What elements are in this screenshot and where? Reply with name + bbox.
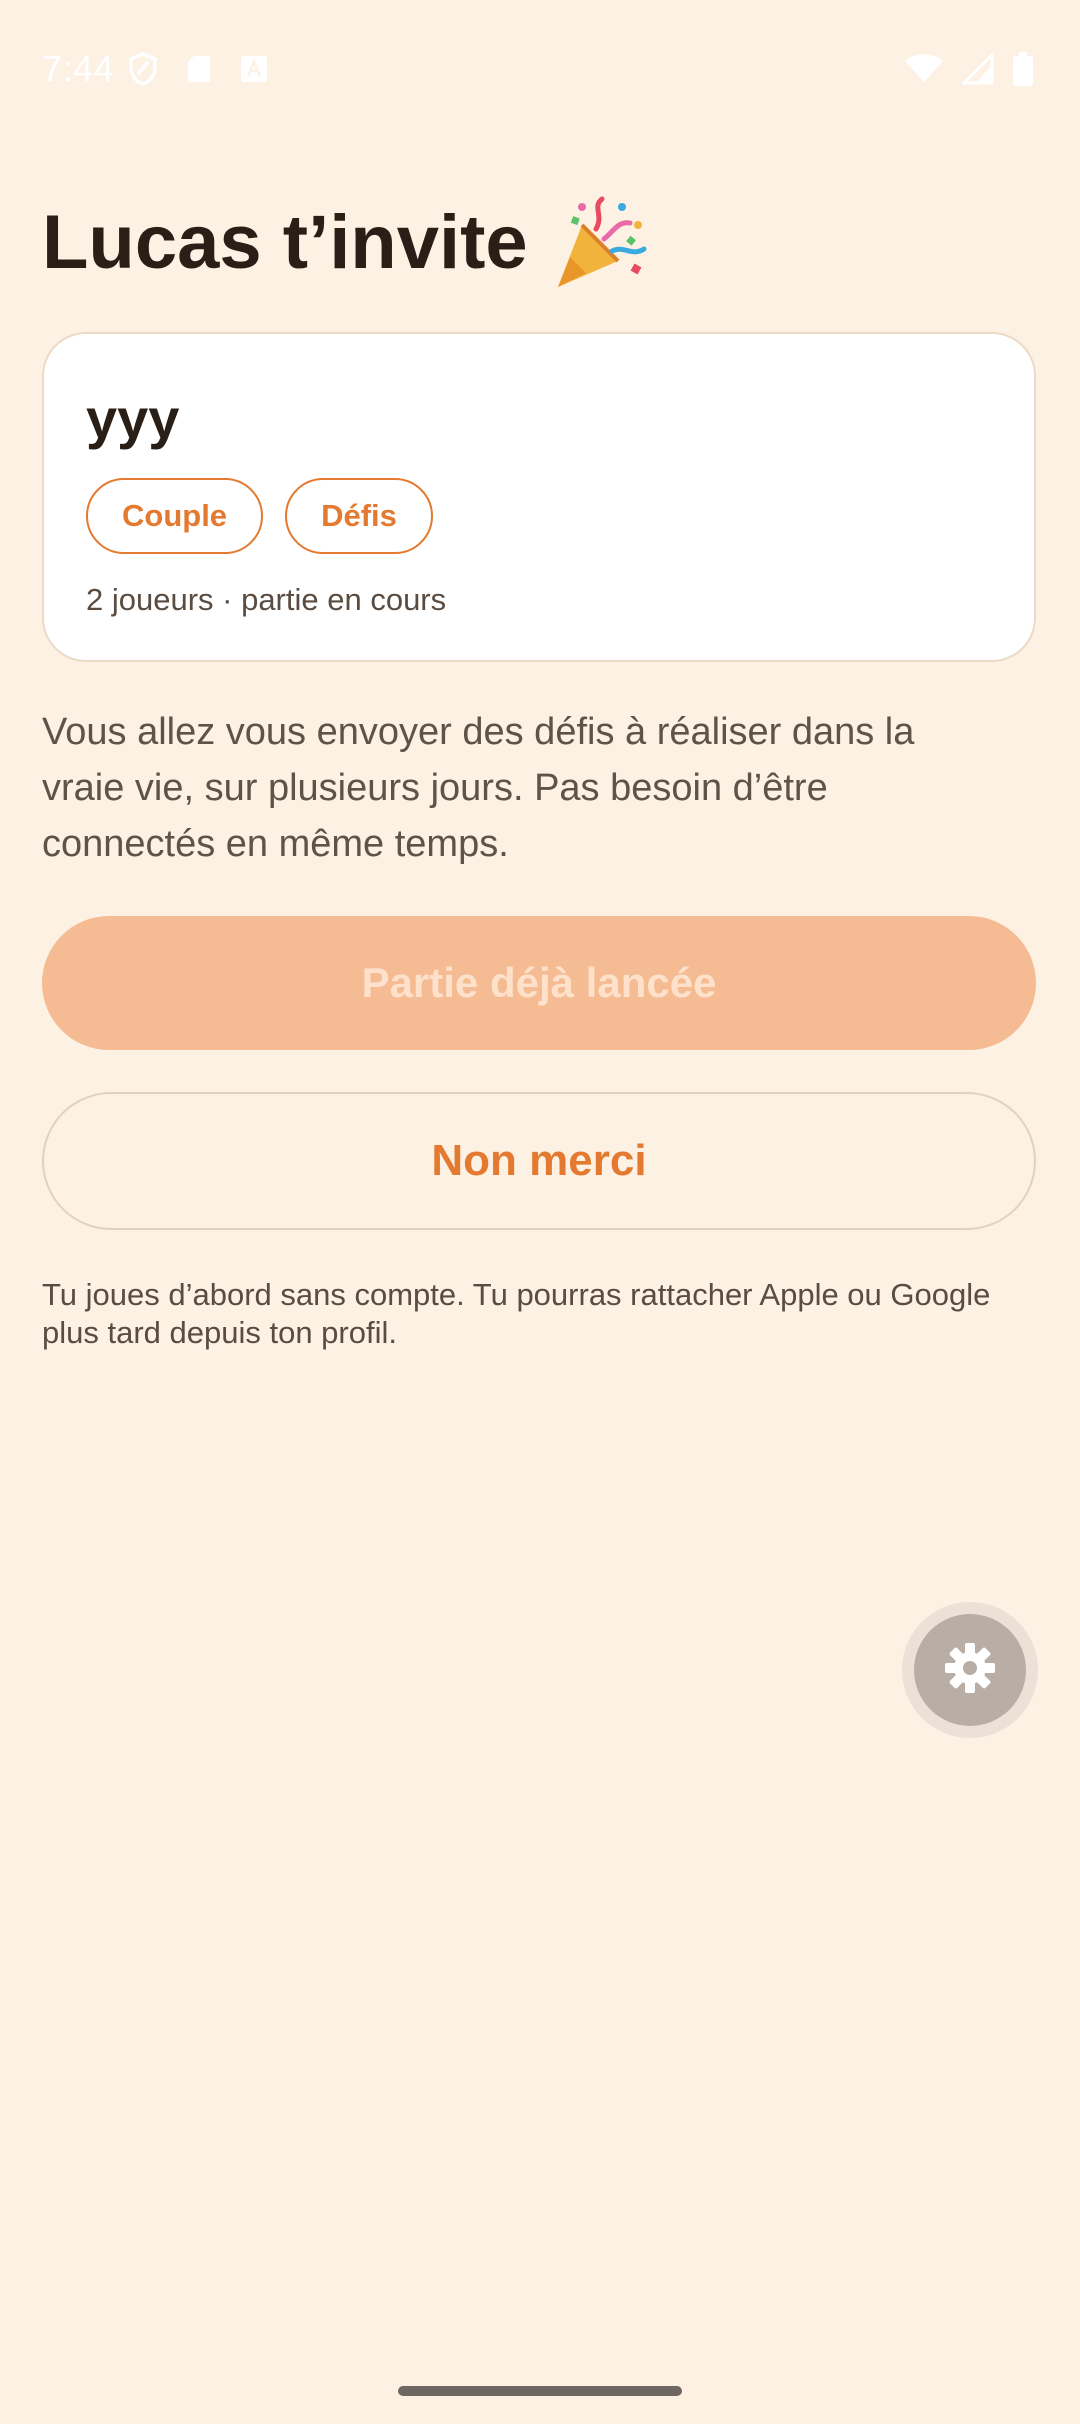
game-name: yyy xyxy=(86,387,180,450)
wifi-icon xyxy=(904,54,944,84)
tag-couple: Couple xyxy=(86,478,264,554)
battery-icon xyxy=(1012,52,1034,86)
status-time: 7:44 xyxy=(42,48,115,89)
signal-icon xyxy=(962,53,994,85)
status-system-icons xyxy=(904,52,1034,86)
page-title-text: Lucas t’invite xyxy=(42,200,528,285)
page-title: Lucas t’invite xyxy=(42,188,648,298)
game-tags: Couple Défis xyxy=(86,478,433,554)
status-bar: 7:44 xyxy=(0,0,1080,140)
sim-card-icon xyxy=(186,54,212,84)
party-popper-icon xyxy=(552,195,648,291)
account-footnote: Tu joues d’abord sans compte. Tu pourras… xyxy=(42,1277,991,1350)
game-card: yyy Couple Défis 2 joueurs · partie en c… xyxy=(42,332,1036,662)
text-a-icon xyxy=(240,55,268,83)
settings-fab-halo xyxy=(902,1602,1038,1738)
game-meta: 2 joueurs · partie en cours xyxy=(86,582,447,617)
shield-icon xyxy=(128,52,158,86)
game-already-started-button[interactable]: Partie déjà lancée xyxy=(42,916,1036,1050)
tag-defis: Défis xyxy=(285,478,433,554)
home-indicator[interactable] xyxy=(398,2386,682,2396)
decline-button[interactable]: Non merci xyxy=(42,1092,1036,1230)
gear-icon xyxy=(942,1640,998,1701)
game-description: Vous allez vous envoyer des défis à réal… xyxy=(42,711,915,865)
settings-button[interactable] xyxy=(914,1614,1026,1726)
status-notification-icons xyxy=(128,52,268,86)
